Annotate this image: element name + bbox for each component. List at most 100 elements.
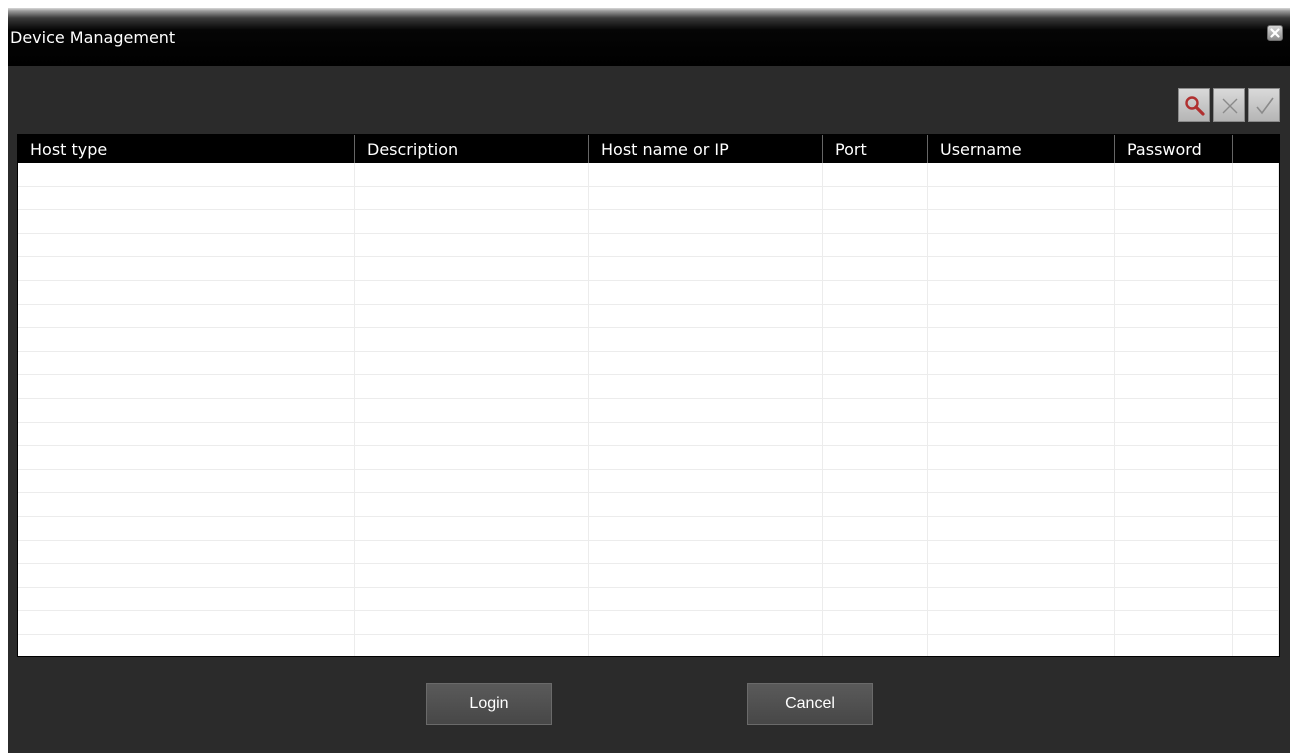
table-cell[interactable] <box>1115 493 1233 516</box>
table-row[interactable] <box>18 210 1279 234</box>
table-cell[interactable] <box>823 517 928 540</box>
table-cell[interactable] <box>1115 375 1233 398</box>
table-cell[interactable] <box>355 517 589 540</box>
table-row[interactable] <box>18 281 1279 305</box>
table-cell[interactable] <box>1233 540 1279 564</box>
table-row[interactable] <box>18 540 1279 565</box>
table-cell[interactable] <box>928 446 1115 469</box>
table-cell[interactable] <box>928 186 1115 210</box>
table-cell[interactable] <box>1233 635 1279 656</box>
table-cell[interactable] <box>928 587 1115 611</box>
table-cell[interactable] <box>18 422 355 446</box>
table-cell[interactable] <box>928 399 1115 422</box>
table-cell[interactable] <box>355 587 589 611</box>
column-header-description[interactable]: Description <box>355 135 589 163</box>
table-cell[interactable] <box>1233 611 1279 634</box>
table-cell[interactable] <box>928 469 1115 493</box>
table-row[interactable] <box>18 399 1279 423</box>
table-cell[interactable] <box>928 281 1115 304</box>
table-cell[interactable] <box>18 446 355 469</box>
table-row[interactable] <box>18 422 1279 447</box>
table-cell[interactable] <box>18 163 355 186</box>
table-cell[interactable] <box>589 186 823 210</box>
table-row[interactable] <box>18 469 1279 494</box>
table-cell[interactable] <box>928 163 1115 186</box>
table-cell[interactable] <box>1115 186 1233 210</box>
table-cell[interactable] <box>355 446 589 469</box>
table-cell[interactable] <box>823 635 928 656</box>
table-cell[interactable] <box>18 328 355 351</box>
table-cell[interactable] <box>823 304 928 328</box>
table-cell[interactable] <box>928 540 1115 564</box>
table-cell[interactable] <box>823 163 928 186</box>
table-cell[interactable] <box>589 564 823 587</box>
table-cell[interactable] <box>18 635 355 656</box>
table-row[interactable] <box>18 233 1279 258</box>
table-cell[interactable] <box>589 611 823 634</box>
table-cell[interactable] <box>928 493 1115 516</box>
table-cell[interactable] <box>1115 257 1233 280</box>
table-cell[interactable] <box>589 540 823 564</box>
table-cell[interactable] <box>1233 587 1279 611</box>
table-cell[interactable] <box>1115 469 1233 493</box>
table-cell[interactable] <box>928 564 1115 587</box>
device-table[interactable]: Host type Description Host name or IP Po… <box>17 134 1280 657</box>
table-cell[interactable] <box>589 257 823 280</box>
table-cell[interactable] <box>1233 564 1279 587</box>
table-cell[interactable] <box>928 233 1115 257</box>
table-cell[interactable] <box>355 635 589 656</box>
table-cell[interactable] <box>1115 351 1233 375</box>
table-cell[interactable] <box>355 611 589 634</box>
table-cell[interactable] <box>18 233 355 257</box>
table-cell[interactable] <box>823 587 928 611</box>
table-cell[interactable] <box>355 304 589 328</box>
table-row[interactable] <box>18 375 1279 399</box>
table-cell[interactable] <box>18 611 355 634</box>
table-cell[interactable] <box>589 210 823 233</box>
table-cell[interactable] <box>355 422 589 446</box>
cancel-button[interactable]: Cancel <box>747 683 873 725</box>
table-cell[interactable] <box>928 328 1115 351</box>
title-bar[interactable]: Device Management <box>8 8 1290 66</box>
table-cell[interactable] <box>823 210 928 233</box>
table-cell[interactable] <box>1115 210 1233 233</box>
column-header-username[interactable]: Username <box>928 135 1115 163</box>
table-cell[interactable] <box>928 304 1115 328</box>
column-header-password[interactable]: Password <box>1115 135 1233 163</box>
table-cell[interactable] <box>1115 611 1233 634</box>
table-cell[interactable] <box>823 564 928 587</box>
table-cell[interactable] <box>355 469 589 493</box>
table-cell[interactable] <box>1115 517 1233 540</box>
column-header-extra[interactable] <box>1233 135 1279 163</box>
table-cell[interactable] <box>18 540 355 564</box>
table-cell[interactable] <box>823 469 928 493</box>
login-button[interactable]: Login <box>426 683 552 725</box>
table-cell[interactable] <box>355 540 589 564</box>
table-row[interactable] <box>18 163 1279 187</box>
table-cell[interactable] <box>823 186 928 210</box>
table-cell[interactable] <box>18 564 355 587</box>
table-cell[interactable] <box>928 375 1115 398</box>
table-cell[interactable] <box>1115 304 1233 328</box>
table-row[interactable] <box>18 186 1279 211</box>
table-cell[interactable] <box>355 281 589 304</box>
table-cell[interactable] <box>18 493 355 516</box>
table-cell[interactable] <box>18 186 355 210</box>
table-cell[interactable] <box>589 399 823 422</box>
table-cell[interactable] <box>18 587 355 611</box>
table-row[interactable] <box>18 564 1279 588</box>
table-cell[interactable] <box>18 399 355 422</box>
table-cell[interactable] <box>1233 422 1279 446</box>
table-cell[interactable] <box>1115 540 1233 564</box>
table-cell[interactable] <box>928 611 1115 634</box>
table-cell[interactable] <box>1233 281 1279 304</box>
table-cell[interactable] <box>589 469 823 493</box>
table-cell[interactable] <box>355 233 589 257</box>
table-row[interactable] <box>18 446 1279 470</box>
table-cell[interactable] <box>1233 257 1279 280</box>
table-cell[interactable] <box>823 493 928 516</box>
table-cell[interactable] <box>355 163 589 186</box>
column-header-port[interactable]: Port <box>823 135 928 163</box>
table-cell[interactable] <box>1115 422 1233 446</box>
column-header-host-name-or-ip[interactable]: Host name or IP <box>589 135 823 163</box>
